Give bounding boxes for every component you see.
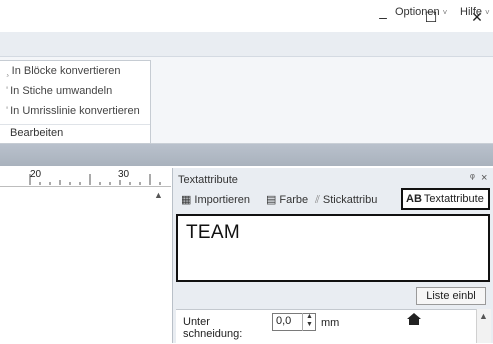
tab-stickattribute[interactable]: ⫽ Stickattribu xyxy=(311,190,381,210)
stitch-icon: ⫽ xyxy=(315,194,320,206)
minimize-button[interactable]: – xyxy=(373,8,393,26)
stepper-arrows-icon[interactable]: ▲ ▼ xyxy=(302,313,316,331)
ribbon-item-icon: ' xyxy=(6,105,9,117)
ribbon-group-label-text: Bearbeiten xyxy=(10,127,64,139)
convert-to-stitches-button[interactable]: ' In Stiche umwandeln xyxy=(6,85,112,97)
ribbon-item-label: In Stiche umwandeln xyxy=(10,85,113,97)
tab-label: Farbe xyxy=(279,194,309,206)
design-canvas[interactable] xyxy=(0,187,171,343)
panel-title: Textattribute xyxy=(178,174,238,186)
text-input-value: TEAM xyxy=(186,222,240,243)
color-icon: ▤ xyxy=(266,194,277,206)
menu-optionen-label: Optionen xyxy=(395,6,440,18)
text-input[interactable]: TEAM xyxy=(176,214,490,282)
tab-importieren[interactable]: ▦ Importieren xyxy=(177,190,254,210)
tab-textattribute[interactable]: AB Textattribute xyxy=(401,188,490,210)
ribbon-item-label: In Blöcke konvertieren xyxy=(11,65,121,77)
house-icon[interactable] xyxy=(407,312,421,328)
convert-to-blocks-button[interactable]: ¸ In Blöcke konvertieren xyxy=(6,65,121,77)
menu-hilfe[interactable]: Hilfe ˅ xyxy=(460,6,490,18)
kerning-value: 0,0 xyxy=(276,315,292,327)
show-list-button[interactable]: Liste einbl xyxy=(416,287,486,305)
menu-optionen[interactable]: Optionen ˅ xyxy=(395,6,447,18)
menu-hilfe-label: Hilfe xyxy=(460,6,483,18)
ribbon-item-label: In Umrisslinie konvertieren xyxy=(10,105,140,117)
scroll-up-icon[interactable]: ▲ xyxy=(479,311,488,321)
tab-label: Textattribute xyxy=(423,193,484,205)
tab-label: Importieren xyxy=(194,194,251,206)
menu-bar xyxy=(0,32,493,57)
kerning-label-line2: schneidung: xyxy=(183,328,243,340)
ribbon-group-label: Bearbeiten xyxy=(0,124,150,142)
kerning-label: Unter schneidung: xyxy=(183,316,242,340)
tab-farbe[interactable]: ▤ Farbe xyxy=(262,190,312,210)
ribbon-item-icon: ' xyxy=(6,85,9,97)
chevron-down-icon: ˅ xyxy=(485,8,490,17)
pin-icon[interactable]: ᵠ xyxy=(470,172,475,184)
ribbon-item-icon: ¸ xyxy=(6,65,10,77)
ruler-label-30: 30 xyxy=(118,169,130,180)
chevron-down-icon: ˅ xyxy=(442,8,448,17)
canvas-scrollbar[interactable] xyxy=(152,187,171,343)
text-attribute-icon: AB xyxy=(406,193,422,205)
scroll-up-icon[interactable]: ▲ xyxy=(154,190,163,200)
ruler: 20 30 xyxy=(0,168,171,187)
toolbar-separator xyxy=(0,144,493,166)
unit-label: mm xyxy=(321,317,340,329)
kerning-label-line1: Unter xyxy=(183,316,210,328)
import-icon: ▦ xyxy=(181,194,192,206)
ruler-label-20: 20 xyxy=(30,169,42,180)
convert-to-outline-button[interactable]: ' In Umrisslinie konvertieren xyxy=(6,105,140,117)
close-icon[interactable]: × xyxy=(481,172,487,184)
panel-controls[interactable]: ᵠ × xyxy=(470,172,487,184)
tab-label: Stickattribu xyxy=(322,194,378,206)
